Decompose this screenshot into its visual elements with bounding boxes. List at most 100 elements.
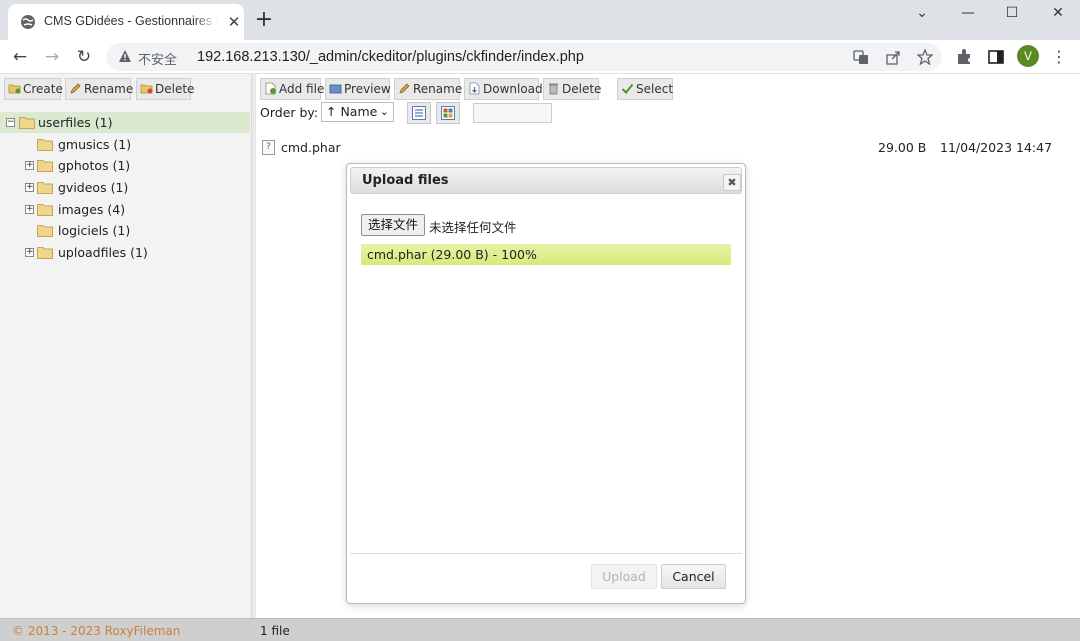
- upload-progress: cmd.phar (29.00 B) - 100%: [361, 244, 731, 265]
- dialog-divider: [350, 553, 742, 554]
- upload-dialog: Upload files ✖ 选择文件 未选择任何文件 cmd.phar (29…: [346, 163, 746, 604]
- side-panel-icon[interactable]: [987, 48, 1005, 66]
- create-folder-button[interactable]: Create: [4, 78, 63, 100]
- file-count: 1 file: [260, 624, 290, 638]
- preview-label: Preview: [344, 82, 391, 96]
- file-row[interactable]: ? cmd.phar 29.00 B 11/04/2023 14:47: [262, 138, 1062, 158]
- copyright-text: © 2013 - 2023 RoxyFileman: [12, 624, 181, 638]
- close-window-icon[interactable]: ✕: [1043, 2, 1073, 24]
- select-button[interactable]: Select: [617, 78, 673, 100]
- delete-label: Delete: [562, 82, 602, 96]
- folder-icon: [37, 160, 53, 172]
- folder-icon: [37, 225, 53, 237]
- url-text[interactable]: 192.168.213.130/_admin/ckeditor/plugins/…: [197, 49, 584, 65]
- tree-node-label: gphotos (1): [58, 158, 131, 173]
- delete-folder-icon: [140, 84, 153, 94]
- translate-icon[interactable]: [853, 49, 869, 65]
- tree-node-images[interactable]: + images (4): [0, 199, 250, 220]
- download-label: Download: [483, 82, 543, 96]
- rename-label: Rename: [413, 82, 463, 96]
- thumbnail-view-icon: [441, 106, 455, 120]
- tree-node-userfiles[interactable]: − userfiles (1): [0, 112, 250, 133]
- file-name: cmd.phar: [281, 140, 341, 155]
- status-bar: © 2013 - 2023 RoxyFileman 1 file: [0, 618, 1080, 641]
- tree-node-label: logiciels (1): [58, 223, 131, 238]
- list-view-button[interactable]: [407, 102, 431, 124]
- thumbnail-view-button[interactable]: [436, 102, 460, 124]
- browser-tab-strip: CMS GDidées - Gestionnaires de ✕ + ⌄ — ☐…: [0, 0, 1080, 40]
- delete-file-button[interactable]: Delete: [543, 78, 602, 100]
- collapse-icon[interactable]: −: [6, 118, 15, 127]
- folder-icon: [37, 139, 53, 151]
- expand-icon[interactable]: +: [25, 183, 34, 192]
- new-folder-icon: [8, 84, 21, 94]
- forward-icon[interactable]: →: [41, 46, 63, 68]
- order-by-select[interactable]: ↑ Name ⌄: [321, 102, 394, 122]
- select-label: Select: [636, 82, 674, 96]
- pencil-icon: [70, 83, 81, 94]
- choose-file-button[interactable]: 选择文件: [361, 214, 425, 236]
- file-size: 29.00 B: [878, 140, 927, 155]
- tree-node-label: gvideos (1): [58, 180, 129, 195]
- share-icon[interactable]: [885, 49, 901, 65]
- directory-pane: Create Rename Delete − userfiles (1) gmu…: [0, 74, 252, 618]
- expand-icon[interactable]: +: [25, 205, 34, 214]
- add-file-button[interactable]: Add file: [260, 78, 324, 100]
- download-icon: [469, 82, 480, 95]
- folder-open-icon: [19, 117, 35, 129]
- tab-close-icon[interactable]: ✕: [226, 14, 242, 30]
- warning-icon: [119, 50, 131, 62]
- security-label: 不安全: [138, 53, 178, 68]
- tree-node-gmusics[interactable]: gmusics (1): [0, 134, 250, 155]
- file-date: 11/04/2023 14:47: [940, 140, 1053, 155]
- preview-icon: [329, 84, 342, 94]
- rename-file-button[interactable]: Rename: [394, 78, 463, 100]
- extensions-icon[interactable]: [955, 48, 973, 66]
- maximize-icon[interactable]: ☐: [997, 2, 1027, 24]
- rename-label: Rename: [84, 82, 134, 96]
- expand-icon[interactable]: +: [25, 161, 34, 170]
- new-tab-icon[interactable]: +: [254, 9, 274, 31]
- filter-input[interactable]: [473, 103, 552, 123]
- order-by-label: Order by:: [260, 105, 319, 120]
- trash-icon: [549, 83, 558, 95]
- tree-node-logiciels[interactable]: logiciels (1): [0, 220, 250, 241]
- browser-toolbar: ← → ↻ 不安全 192.168.213.130/_admin/ckedito…: [0, 40, 1080, 74]
- cancel-button[interactable]: Cancel: [661, 564, 726, 589]
- globe-icon: [21, 15, 35, 29]
- bookmark-star-icon[interactable]: [917, 49, 933, 65]
- tree-node-gphotos[interactable]: + gphotos (1): [0, 155, 250, 176]
- reload-icon[interactable]: ↻: [73, 46, 95, 68]
- back-icon[interactable]: ←: [9, 46, 31, 68]
- minimize-icon[interactable]: —: [953, 2, 983, 24]
- tree-node-label: images (4): [58, 202, 126, 217]
- rename-folder-button[interactable]: Rename: [65, 78, 134, 100]
- dialog-close-icon[interactable]: ✖: [723, 174, 741, 191]
- address-bar[interactable]: 不安全 192.168.213.130/_admin/ckeditor/plug…: [106, 43, 942, 71]
- tree-node-label: userfiles (1): [38, 115, 113, 130]
- download-button[interactable]: Download: [464, 78, 543, 100]
- upload-button[interactable]: Upload: [591, 564, 657, 589]
- dialog-title: Upload files: [362, 173, 449, 188]
- tree-node-label: uploadfiles (1): [58, 245, 148, 260]
- profile-avatar[interactable]: V: [1017, 45, 1039, 67]
- tree-node-uploadfiles[interactable]: + uploadfiles (1): [0, 242, 250, 263]
- expand-icon[interactable]: +: [25, 248, 34, 257]
- create-label: Create: [23, 82, 63, 96]
- list-view-icon: [412, 106, 426, 120]
- tab-search-icon[interactable]: ⌄: [907, 2, 937, 24]
- menu-kebab-icon[interactable]: ⋮: [1048, 46, 1070, 68]
- checkmark-icon: [621, 83, 634, 94]
- no-file-chosen-text: 未选择任何文件: [429, 220, 517, 235]
- browser-tab[interactable]: CMS GDidées - Gestionnaires de ✕: [8, 4, 244, 40]
- delete-label: Delete: [155, 82, 195, 96]
- dialog-titlebar[interactable]: Upload files ✖: [350, 167, 742, 194]
- folder-icon: [37, 204, 53, 216]
- delete-folder-button[interactable]: Delete: [136, 78, 195, 100]
- preview-button[interactable]: Preview: [325, 78, 391, 100]
- folder-icon: [37, 247, 53, 259]
- folder-icon: [37, 182, 53, 194]
- pencil-icon: [399, 83, 410, 94]
- tree-node-gvideos[interactable]: + gvideos (1): [0, 177, 250, 198]
- progress-text: cmd.phar (29.00 B) - 100%: [367, 247, 537, 262]
